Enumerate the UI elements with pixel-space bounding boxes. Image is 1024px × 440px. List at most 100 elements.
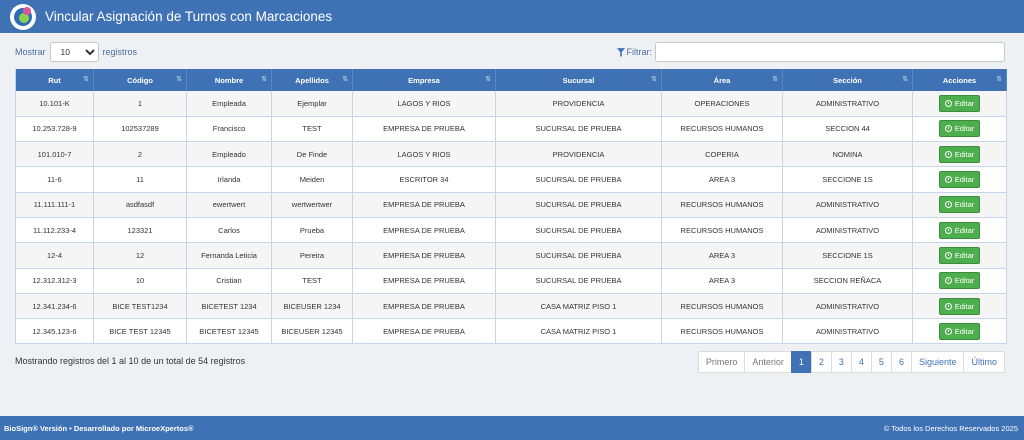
cell-sucursal: CASA MATRIZ PISO 1 xyxy=(495,318,662,345)
pagination-page-5[interactable]: 5 xyxy=(870,351,892,373)
table-row: 10.101-K 1 Empleada Ejemplar LAGOS Y RIOS PRO… xyxy=(15,91,1007,117)
pagination-page-3[interactable]: 3 xyxy=(830,351,852,373)
cell-seccion: ADMINISTRATIVO xyxy=(782,318,913,345)
pagination-previous[interactable]: Anterior xyxy=(744,351,792,373)
pagination-last[interactable]: Último xyxy=(963,351,1005,373)
cell-area: RECURSOS HUMANOS xyxy=(661,217,783,244)
edit-button-label: Editar xyxy=(954,250,975,260)
cell-empresa: LAGOS Y RIOS xyxy=(352,141,496,168)
cell-rut: 12.345.123-6 xyxy=(15,318,94,345)
cell-acciones: Editar xyxy=(912,192,1007,218)
filter-control: Filtrar: xyxy=(616,42,1005,62)
filter-input[interactable] xyxy=(655,42,1005,62)
cell-rut: 12-4 xyxy=(15,242,94,269)
table-row: 10.253.728-9 102537289 Francisco TEST EMPRES… xyxy=(15,116,1007,143)
pagination-page-1[interactable]: 1 xyxy=(790,351,812,373)
cell-codigo: 12 xyxy=(93,242,187,269)
cell-acciones: Editar xyxy=(912,141,1007,168)
edit-button[interactable]: Editar xyxy=(938,322,981,340)
cell-seccion: SECCION 44 xyxy=(782,116,913,143)
table-row: 12.312.312-3 10 Cristian TEST EMPRESA DE PRU… xyxy=(15,268,1007,294)
cell-area: RECURSOS HUMANOS xyxy=(661,116,783,143)
edit-button-label: Editar xyxy=(954,98,975,108)
cell-empresa: EMPRESA DE PRUEBA xyxy=(352,293,496,320)
edit-button[interactable]: Editar xyxy=(938,171,981,189)
edit-button[interactable]: Editar xyxy=(938,196,981,214)
pagination-page-4[interactable]: 4 xyxy=(850,351,872,373)
edit-button[interactable]: Editar xyxy=(938,297,981,315)
footer-credits: BioSign® Versión • Desarrollado por Micr… xyxy=(4,423,194,433)
cell-seccion: SECCIONE 1S xyxy=(782,166,913,193)
cell-rut: 10.101-K xyxy=(15,91,94,117)
column-header-rut[interactable]: Rut ⇅ xyxy=(15,69,94,91)
cell-codigo: 10 xyxy=(93,268,187,294)
sort-icon: ⇅ xyxy=(772,76,778,83)
column-header-apellidos[interactable]: Apellidos ⇅ xyxy=(271,69,353,91)
table-header-row: Rut ⇅ Código ⇅ Nombre ⇅ Apellidos ⇅ Empresa ⇅… xyxy=(15,69,1007,91)
cell-sucursal: SUCURSAL DE PRUEBA xyxy=(495,192,662,218)
column-header-sucursal[interactable]: Sucursal ⇅ xyxy=(495,69,662,91)
cell-seccion: NOMINA xyxy=(782,141,913,168)
clock-icon xyxy=(944,125,952,133)
sort-icon: ⇅ xyxy=(651,76,657,83)
cell-empresa: EMPRESA DE PRUEBA xyxy=(352,217,496,244)
cell-empresa: EMPRESA DE PRUEBA xyxy=(352,242,496,269)
pagination-page-6[interactable]: 6 xyxy=(890,351,912,373)
pagination-first[interactable]: Primero xyxy=(697,351,746,373)
cell-apellidos: Ejemplar xyxy=(271,91,353,117)
cell-apellidos: TEST xyxy=(271,268,353,294)
edit-button[interactable]: Editar xyxy=(938,145,981,163)
cell-codigo: 11 xyxy=(93,166,187,193)
cell-apellidos: TEST xyxy=(271,116,353,143)
cell-codigo: 123321 xyxy=(93,217,187,244)
column-header-codigo[interactable]: Código ⇅ xyxy=(93,69,187,91)
sort-icon: ⇅ xyxy=(902,76,908,83)
biosign-logo-icon xyxy=(10,3,36,30)
cell-rut: 11.111.111-1 xyxy=(15,192,94,218)
cell-area: AREA 3 xyxy=(661,242,783,269)
cell-sucursal: SUCURSAL DE PRUEBA xyxy=(495,242,662,269)
edit-button[interactable]: Editar xyxy=(938,272,981,290)
clock-icon xyxy=(944,302,952,310)
cell-codigo: 102537289 xyxy=(93,116,187,143)
cell-sucursal: SUCURSAL DE PRUEBA xyxy=(495,116,662,143)
cell-seccion: SECCION REÑACA xyxy=(782,268,913,294)
sort-icon: ⇅ xyxy=(176,76,182,83)
cell-empresa: LAGOS Y RIOS xyxy=(352,91,496,117)
cell-seccion: SECCIONE 1S xyxy=(782,242,913,269)
cell-apellidos: Pereira xyxy=(271,242,353,269)
cell-nombre: BICETEST 1234 xyxy=(186,293,272,320)
cell-sucursal: PROVIDENCIA xyxy=(495,141,662,168)
clock-icon xyxy=(944,150,952,158)
cell-nombre: Empleada xyxy=(186,91,272,117)
pagination-next[interactable]: Siguiente xyxy=(910,351,965,373)
cell-sucursal: SUCURSAL DE PRUEBA xyxy=(495,268,662,294)
cell-nombre: Carlos xyxy=(186,217,272,244)
cell-codigo: asdfasdf xyxy=(93,192,187,218)
edit-button[interactable]: Editar xyxy=(938,120,981,138)
edit-button-label: Editar xyxy=(954,225,975,235)
cell-apellidos: Prueba xyxy=(271,217,353,244)
cell-codigo: BICE TEST1234 xyxy=(93,293,187,320)
column-header-acciones: Acciones ⇅ xyxy=(912,69,1007,91)
cell-acciones: Editar xyxy=(912,217,1007,244)
column-header-seccion[interactable]: Sección ⇅ xyxy=(782,69,913,91)
cell-nombre: Fernanda Leticia xyxy=(186,242,272,269)
cell-apellidos: De Finde xyxy=(271,141,353,168)
cell-rut: 10.253.728-9 xyxy=(15,116,94,143)
clock-icon xyxy=(944,226,952,234)
cell-acciones: Editar xyxy=(912,91,1007,117)
cell-apellidos: Meiden xyxy=(271,166,353,193)
page-length-control: Mostrar 10 registros xyxy=(15,42,137,62)
column-header-empresa[interactable]: Empresa ⇅ xyxy=(352,69,496,91)
pagination-page-2[interactable]: 2 xyxy=(810,351,832,373)
cell-sucursal: CASA MATRIZ PISO 1 xyxy=(495,293,662,320)
pagination: Primero Anterior 1 2 3 4 5 6 Siguiente Ú… xyxy=(697,351,1005,373)
edit-button[interactable]: Editar xyxy=(938,246,981,264)
edit-button[interactable]: Editar xyxy=(938,221,981,239)
edit-button[interactable]: Editar xyxy=(938,94,981,112)
column-header-nombre[interactable]: Nombre ⇅ xyxy=(186,69,272,91)
column-header-area[interactable]: Área ⇅ xyxy=(661,69,783,91)
page-length-select[interactable]: 10 xyxy=(49,42,99,62)
edit-button-label: Editar xyxy=(954,149,975,159)
